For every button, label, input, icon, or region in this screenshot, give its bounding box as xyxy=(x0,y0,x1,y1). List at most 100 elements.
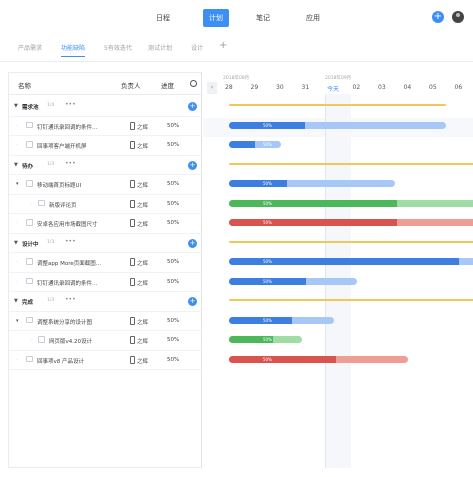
tab-0[interactable]: 产品需求 xyxy=(18,43,42,57)
task-checkbox[interactable] xyxy=(26,141,33,148)
task-name[interactable]: 网页版v4.20设计 xyxy=(49,337,92,345)
add-task-icon[interactable]: + xyxy=(188,102,197,111)
task-owner[interactable]: 之辉 xyxy=(137,123,148,131)
month-label: 2018年09月 xyxy=(325,76,352,81)
table-row[interactable]: ▾ 调整系统分享的设计图 之辉 50% xyxy=(9,312,203,331)
group-row[interactable]: ▼ 设计中 1/3 ••• + xyxy=(9,234,203,253)
group-row[interactable]: ▼ 待办 1/3 ••• + xyxy=(9,156,203,175)
task-checkbox[interactable] xyxy=(26,180,33,187)
task-checkbox[interactable] xyxy=(26,316,33,323)
bar-progress-label: 50% xyxy=(263,181,272,186)
nav-item[interactable]: 应用 xyxy=(298,9,328,27)
add-tab-icon[interactable]: + xyxy=(219,40,227,51)
group-row[interactable]: ▼ 需求池 1/4 ••• + xyxy=(9,97,203,117)
progress-fill xyxy=(229,199,398,207)
group-timeline-bar[interactable] xyxy=(229,104,446,106)
more-icon[interactable]: ••• xyxy=(65,296,76,303)
task-owner[interactable]: 之辉 xyxy=(137,279,148,287)
table-row[interactable]: · 回事项客户端开机屏 之辉 50% xyxy=(9,136,203,156)
task-timeline-bar[interactable]: 50% xyxy=(229,316,334,324)
task-checkbox[interactable] xyxy=(26,258,33,265)
tab-1[interactable]: 功能缺陷 xyxy=(61,43,86,57)
table-row[interactable]: · 网页版v4.20设计 之辉 50% xyxy=(9,331,203,351)
task-name[interactable]: 钉钉通讯录回调的条件... xyxy=(37,279,97,287)
drag-handle[interactable]: · xyxy=(16,123,18,129)
task-checkbox[interactable] xyxy=(26,277,33,284)
task-timeline-bar[interactable]: 50% xyxy=(229,219,473,226)
table-row[interactable]: ▾ 移动端首页标题UI 之辉 50% xyxy=(9,175,203,195)
task-owner[interactable]: 之辉 xyxy=(137,259,148,267)
table-row[interactable]: · 调整app More页面截图... 之辉 50% xyxy=(9,253,203,273)
user-avatar-icon[interactable] xyxy=(452,11,464,23)
subtask-indent: · xyxy=(31,200,33,207)
table-row[interactable]: · 钉钉通讯录回调的条件... 之辉 50% xyxy=(9,273,203,292)
expand-caret-icon[interactable]: ▾ xyxy=(16,181,19,187)
task-timeline-bar[interactable]: 50% xyxy=(229,277,357,285)
task-timeline-bar[interactable]: 50% xyxy=(229,258,473,265)
drag-handle[interactable]: · xyxy=(16,357,18,363)
more-icon[interactable]: ••• xyxy=(65,238,76,245)
expand-caret-icon[interactable]: ▾ xyxy=(16,318,19,324)
task-owner[interactable]: 之辉 xyxy=(137,318,148,326)
add-task-icon[interactable]: + xyxy=(188,297,197,306)
more-icon[interactable]: ••• xyxy=(65,160,76,167)
task-name[interactable]: 调整app More页面截图... xyxy=(37,259,101,267)
task-name[interactable]: 移动端首页标题UI xyxy=(37,181,81,189)
drag-handle[interactable]: · xyxy=(16,259,18,265)
task-owner[interactable]: 之辉 xyxy=(137,220,148,228)
owner-icon xyxy=(130,141,135,149)
tab-2[interactable]: 5有效迭代 xyxy=(104,43,132,57)
table-row[interactable]: · 安卓各应用市场截图尺寸 之辉 50% xyxy=(9,214,203,234)
task-progress: 50% xyxy=(167,181,180,187)
task-owner[interactable]: 之辉 xyxy=(137,337,148,345)
task-owner[interactable]: 之辉 xyxy=(137,357,148,365)
group-timeline-bar[interactable] xyxy=(229,299,473,301)
add-task-icon[interactable]: + xyxy=(188,238,197,248)
drag-handle[interactable]: · xyxy=(16,220,18,226)
nav-item[interactable]: 日程 xyxy=(143,9,183,27)
group-row[interactable]: ▼ 完成 1/3 ••• + xyxy=(9,292,203,312)
task-owner[interactable]: 之辉 xyxy=(137,142,148,150)
bar-progress-label: 50% xyxy=(263,259,272,264)
table-row[interactable]: · 新版评论页 之辉 50% xyxy=(9,195,203,214)
drag-handle[interactable]: · xyxy=(16,279,18,285)
tab-4[interactable]: 设计 xyxy=(191,43,203,57)
task-timeline-bar[interactable]: 50% xyxy=(229,121,446,129)
task-name[interactable]: 新版评论页 xyxy=(49,201,77,209)
task-owner[interactable]: 之辉 xyxy=(137,201,148,209)
task-timeline-bar[interactable]: 50% xyxy=(229,141,282,148)
group-timeline-bar[interactable] xyxy=(229,240,473,243)
settings-gear-icon[interactable] xyxy=(190,80,197,87)
scroll-left-button[interactable]: ‹ xyxy=(207,82,217,94)
group-timeline-bar[interactable] xyxy=(229,162,473,165)
add-icon[interactable]: + xyxy=(432,11,444,23)
task-checkbox[interactable] xyxy=(26,355,33,362)
task-name[interactable]: 安卓各应用市场截图尺寸 xyxy=(37,220,98,228)
task-name[interactable]: 调整系统分享的设计图 xyxy=(37,318,92,326)
nav-item[interactable]: 计划 xyxy=(203,9,229,27)
more-icon[interactable]: ••• xyxy=(65,101,76,108)
task-checkbox[interactable] xyxy=(38,199,45,206)
task-name[interactable]: 钉钉通讯录回调的条件... xyxy=(37,123,97,131)
task-timeline-bar[interactable]: 50% xyxy=(229,199,473,207)
collapse-caret-icon[interactable]: ▼ xyxy=(14,162,18,168)
task-checkbox[interactable] xyxy=(26,121,33,128)
tab-3[interactable]: 测试计划 xyxy=(148,43,172,57)
task-name[interactable]: 回事项客户端开机屏 xyxy=(37,142,87,150)
table-row[interactable]: · 钉钉通讯录回调的条件... 之辉 50% xyxy=(9,117,203,136)
task-timeline-bar[interactable]: 50% xyxy=(229,180,395,187)
task-timeline-bar[interactable]: 50% xyxy=(229,336,302,343)
nav-item[interactable]: 笔记 xyxy=(248,9,278,27)
day-label: 30 xyxy=(276,84,284,91)
add-task-icon[interactable]: + xyxy=(188,160,197,170)
task-checkbox[interactable] xyxy=(38,336,45,343)
collapse-caret-icon[interactable]: ▼ xyxy=(14,103,18,109)
collapse-caret-icon[interactable]: ▼ xyxy=(14,298,18,304)
drag-handle[interactable]: · xyxy=(16,142,18,148)
task-name[interactable]: 回事项v8 产品设计 xyxy=(37,357,84,365)
task-timeline-bar[interactable]: 50% xyxy=(229,355,408,363)
table-row[interactable]: · 回事项v8 产品设计 之辉 50% xyxy=(9,351,203,370)
task-owner[interactable]: 之辉 xyxy=(137,181,148,189)
task-checkbox[interactable] xyxy=(26,219,33,226)
collapse-caret-icon[interactable]: ▼ xyxy=(14,240,18,246)
